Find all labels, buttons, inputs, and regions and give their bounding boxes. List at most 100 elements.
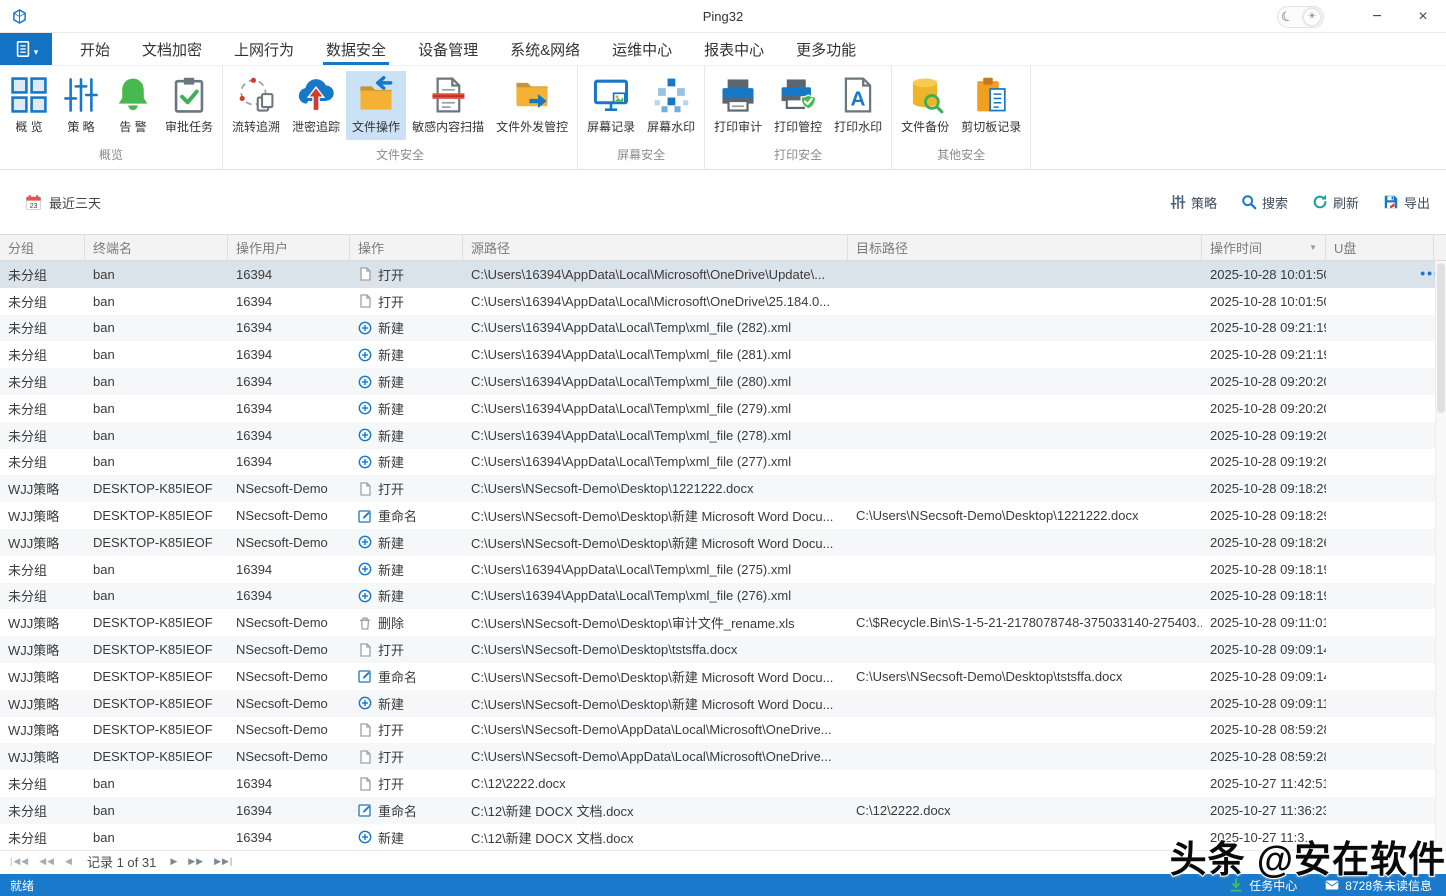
time-cell: 2025-10-28 08:59:28 (1202, 722, 1326, 737)
ribbon-button-print-audit[interactable]: 打印审计 (708, 71, 768, 140)
prev-group-button[interactable]: ◀◀ (39, 856, 55, 867)
ribbon-button-approval-tasks[interactable]: 审批任务 (159, 71, 219, 140)
export-button[interactable]: 导出 (1383, 193, 1430, 212)
scrollbar-thumb[interactable] (1437, 263, 1445, 413)
table-row[interactable]: 未分组ban16394新建C:\Users\16394\AppData\Loca… (0, 315, 1446, 342)
column-header-terminal[interactable]: 终端名 (85, 235, 228, 260)
table-row[interactable]: 未分组ban16394新建C:\Users\16394\AppData\Loca… (0, 395, 1446, 422)
minimize-button[interactable]: − (1354, 0, 1400, 33)
table-row[interactable]: 未分组ban16394新建C:\Users\16394\AppData\Loca… (0, 368, 1446, 395)
operation-cell: 新建 (350, 452, 463, 471)
tab-web-behavior[interactable]: 上网行为 (218, 33, 310, 65)
table-row[interactable]: 未分组ban16394打开C:\12\2222.docx2025-10-27 1… (0, 770, 1446, 797)
group-cell: WJJ策略 (0, 613, 85, 632)
table-row[interactable]: WJJ策略DESKTOP-K85IEOFNSecsoft-Demo删除C:\Us… (0, 609, 1446, 636)
sensitive-scan-icon (429, 76, 467, 114)
column-header-user[interactable]: 操作用户 (228, 235, 350, 260)
group-cell: 未分组 (0, 801, 85, 820)
table-row[interactable]: 未分组ban16394新建C:\Users\16394\AppData\Loca… (0, 583, 1446, 610)
ribbon-button-leak-trace[interactable]: 泄密追踪 (286, 71, 346, 140)
refresh-button[interactable]: 刷新 (1312, 193, 1359, 212)
ribbon-button-print-watermark[interactable]: A打印水印 (828, 71, 888, 140)
tab-data-security[interactable]: 数据安全 (310, 33, 402, 65)
policy-button[interactable]: 策略 (1170, 193, 1217, 212)
group-cell: 未分组 (0, 426, 85, 445)
table-row[interactable]: WJJ策略DESKTOP-K85IEOFNSecsoft-Demo重命名C:\U… (0, 502, 1446, 529)
tab-system-network[interactable]: 系统&网络 (494, 33, 596, 65)
tab-more-features[interactable]: 更多功能 (780, 33, 872, 65)
first-page-button[interactable]: |◀◀ (10, 856, 29, 867)
column-header-time[interactable]: 操作时间▼ (1202, 235, 1326, 260)
source-path-cell: C:\Users\NSecsoft-Demo\Desktop\新建 Micros… (463, 694, 848, 713)
next-page-button[interactable]: ▶ (170, 856, 178, 867)
column-header-target-path[interactable]: 目标路径 (848, 235, 1202, 260)
column-header-operation[interactable]: 操作 (350, 235, 463, 260)
search-button[interactable]: 搜索 (1241, 193, 1288, 212)
table-row[interactable]: WJJ策略DESKTOP-K85IEOFNSecsoft-Demo打开C:\Us… (0, 717, 1446, 744)
ribbon-group-items: 概 览策 略告 警审批任务 (3, 66, 219, 145)
ribbon-button-file-backup[interactable]: 文件备份 (895, 71, 955, 140)
ribbon-button-screen-record[interactable]: 屏幕记录 (581, 71, 641, 140)
column-header-usb[interactable]: U盘 (1326, 235, 1434, 260)
tab-start[interactable]: 开始 (64, 33, 126, 65)
filter-arrow-icon[interactable]: ▼ (1309, 243, 1317, 252)
operation-cell: 新建 (350, 586, 463, 605)
ribbon-button-screen-watermark[interactable]: 屏幕水印 (641, 71, 701, 140)
user-cell: 16394 (228, 588, 350, 603)
operation-cell: 打开 (350, 479, 463, 498)
app-menu-button[interactable]: ▾ (0, 33, 52, 65)
column-header-group[interactable]: 分组 (0, 235, 85, 260)
group-cell: WJJ策略 (0, 694, 85, 713)
source-path-cell: C:\Users\NSecsoft-Demo\AppData\Local\Mic… (463, 749, 848, 764)
column-header-source-path[interactable]: 源路径 (463, 235, 848, 260)
close-button[interactable]: × (1400, 0, 1446, 33)
ribbon-button-alert-bell[interactable]: 告 警 (107, 71, 159, 140)
source-path-cell: C:\Users\NSecsoft-Demo\Desktop\审计文件_rena… (463, 613, 848, 632)
ribbon-button-sensitive-scan[interactable]: 敏感内容扫描 (406, 71, 490, 140)
table-row[interactable]: 未分组ban16394打开C:\Users\16394\AppData\Loca… (0, 261, 1446, 288)
ribbon-button-print-control[interactable]: 打印管控 (768, 71, 828, 140)
ribbon-button-file-operations[interactable]: 文件操作 (346, 71, 406, 140)
ribbon-button-overview-grid[interactable]: 概 览 (3, 71, 55, 140)
group-cell: WJJ策略 (0, 479, 85, 498)
vertical-scrollbar[interactable] (1435, 261, 1446, 850)
ribbon-button-policy-sliders[interactable]: 策 略 (55, 71, 107, 140)
next-group-button[interactable]: ▶▶ (188, 856, 204, 867)
op-new-icon (358, 375, 372, 389)
leak-trace-icon (297, 76, 335, 114)
ribbon-button-file-outgoing[interactable]: 文件外发管控 (490, 71, 574, 140)
group-cell: WJJ策略 (0, 667, 85, 686)
tab-doc-encryption[interactable]: 文档加密 (126, 33, 218, 65)
table-row[interactable]: WJJ策略DESKTOP-K85IEOFNSecsoft-Demo新建C:\Us… (0, 529, 1446, 556)
ribbon-button-flow-trace[interactable]: 流转追溯 (226, 71, 286, 140)
table-row[interactable]: WJJ策略DESKTOP-K85IEOFNSecsoft-Demo新建C:\Us… (0, 690, 1446, 717)
table-row[interactable]: WJJ策略DESKTOP-K85IEOFNSecsoft-Demo打开C:\Us… (0, 636, 1446, 663)
tab-device-mgmt[interactable]: 设备管理 (402, 33, 494, 65)
table-row[interactable]: 未分组ban16394新建C:\Users\16394\AppData\Loca… (0, 341, 1446, 368)
export-icon (1383, 194, 1399, 210)
tab-ops-center[interactable]: 运维中心 (596, 33, 688, 65)
last-page-button[interactable]: ▶▶| (214, 856, 233, 867)
terminal-cell: DESKTOP-K85IEOF (85, 642, 228, 657)
table-row[interactable]: 未分组ban16394新建C:\Users\16394\AppData\Loca… (0, 449, 1446, 476)
ribbon-button-clipboard-record[interactable]: 剪切板记录 (955, 71, 1027, 140)
theme-toggle[interactable]: ☾ ☀ (1277, 6, 1324, 28)
table-row[interactable]: 未分组ban16394重命名C:\12\新建 DOCX 文档.docxC:\12… (0, 797, 1446, 824)
ribbon-button-label: 文件操作 (352, 118, 400, 135)
source-path-cell: C:\Users\16394\AppData\Local\Temp\xml_fi… (463, 320, 848, 335)
source-path-cell: C:\12\新建 DOCX 文档.docx (463, 828, 848, 847)
user-cell: 16394 (228, 294, 350, 309)
target-path-cell: C:\$Recycle.Bin\S-1-5-21-2178078748-3750… (848, 615, 1202, 630)
ribbon-group-screen-security: 屏幕记录屏幕水印屏幕安全 (578, 66, 705, 169)
user-cell: 16394 (228, 320, 350, 335)
table-row[interactable]: 未分组ban16394新建C:\Users\16394\AppData\Loca… (0, 422, 1446, 449)
prev-page-button[interactable]: ◀ (65, 856, 73, 867)
table-row[interactable]: 未分组ban16394新建C:\Users\16394\AppData\Loca… (0, 556, 1446, 583)
date-range-filter[interactable]: 23 最近三天 (25, 193, 101, 212)
date-range-label: 最近三天 (49, 193, 101, 212)
table-row[interactable]: 未分组ban16394打开C:\Users\16394\AppData\Loca… (0, 288, 1446, 315)
table-row[interactable]: WJJ策略DESKTOP-K85IEOFNSecsoft-Demo打开C:\Us… (0, 475, 1446, 502)
table-row[interactable]: WJJ策略DESKTOP-K85IEOFNSecsoft-Demo打开C:\Us… (0, 743, 1446, 770)
table-row[interactable]: WJJ策略DESKTOP-K85IEOFNSecsoft-Demo重命名C:\U… (0, 663, 1446, 690)
tab-report-center[interactable]: 报表中心 (688, 33, 780, 65)
